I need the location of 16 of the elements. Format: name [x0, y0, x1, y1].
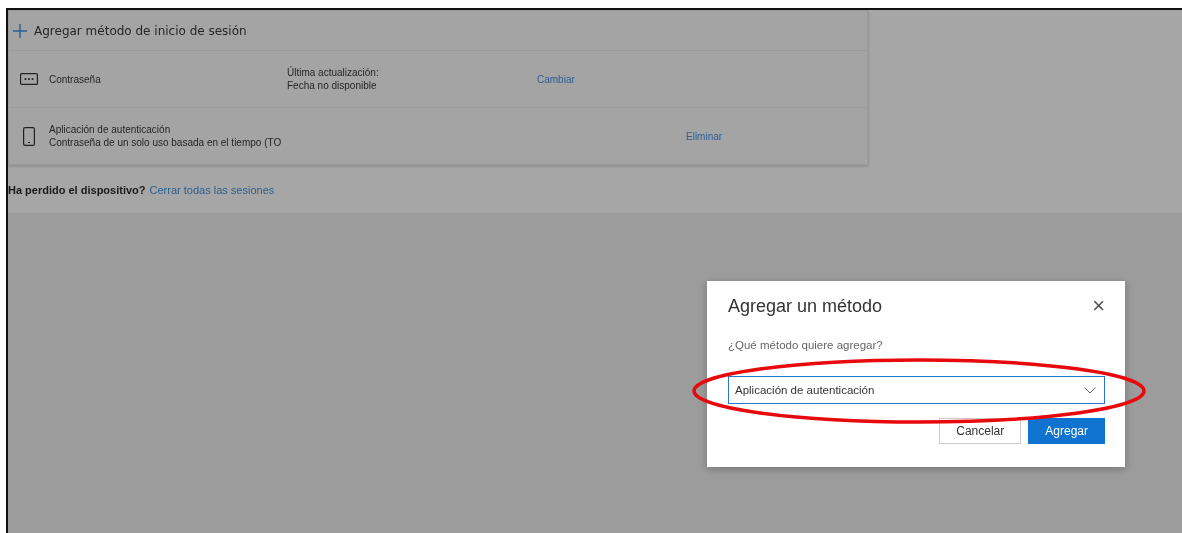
dialog-title: Agregar un método: [728, 295, 883, 317]
method-dropdown[interactable]: Aplicación de autenticación: [728, 376, 1105, 404]
plus-icon: [13, 23, 27, 38]
close-button[interactable]: ×: [1092, 295, 1105, 317]
chevron-down-icon: [1084, 386, 1096, 394]
method-description: Contraseña de un solo uso basada en el tiempo (TO: [49, 137, 283, 148]
add-method-link[interactable]: Agregar método de inicio de sesión: [34, 23, 247, 38]
last-updated-label: Última actualización:: [287, 67, 380, 78]
last-updated-value: Fecha no disponible: [287, 80, 378, 91]
phone-icon: [23, 126, 35, 146]
password-icon: [20, 73, 38, 85]
method-name: Contraseña: [49, 73, 102, 85]
add-button[interactable]: Agregar: [1028, 418, 1105, 444]
lost-device-question: Ha perdido el dispositivo?: [8, 184, 146, 196]
dialog-prompt: ¿Qué método quiere agregar?: [728, 339, 884, 351]
method-name: Aplicación de autenticación: [49, 124, 172, 135]
